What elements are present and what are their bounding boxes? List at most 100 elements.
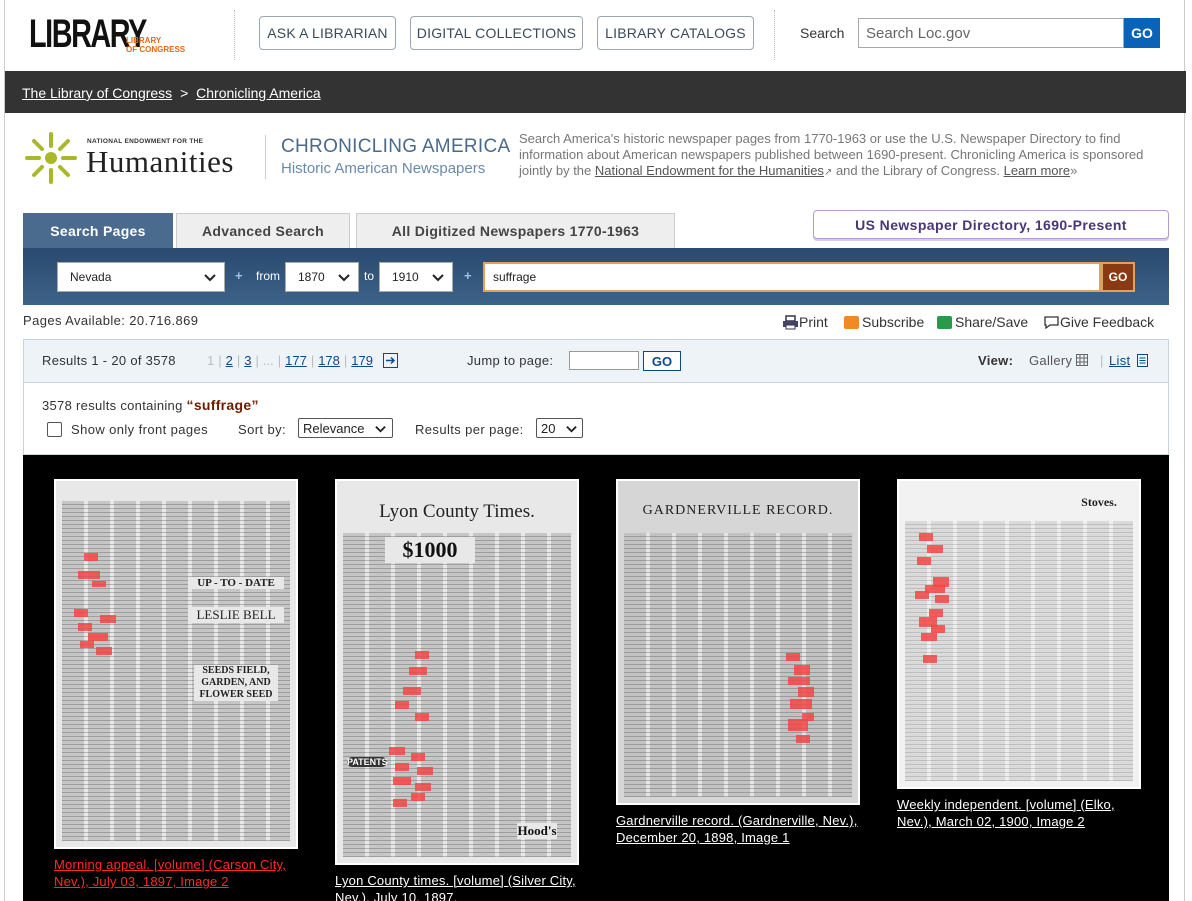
thumb-ad-text: PATENTS xyxy=(347,757,388,767)
list-label: List xyxy=(1109,353,1131,368)
description-text-2: and the Library of Congress. xyxy=(832,163,1004,178)
subscribe-link[interactable]: Subscribe xyxy=(844,314,924,330)
plus-icon: + xyxy=(464,268,472,283)
chevron-down-icon xyxy=(338,274,350,282)
result-caption[interactable]: Gardnerville record. (Gardnerville, Nev.… xyxy=(616,812,860,846)
page-link[interactable]: 3 xyxy=(244,353,251,368)
state-select[interactable]: Nevada xyxy=(57,262,225,292)
results-options: 3578 results containing “suffrage” Show … xyxy=(24,383,1168,454)
digital-collections-button[interactable]: DIGITAL COLLECTIONS xyxy=(410,16,583,50)
page-link[interactable]: 177 xyxy=(285,353,307,368)
divider xyxy=(234,10,235,60)
per-page-select[interactable]: 20 xyxy=(536,418,583,438)
newspaper-thumbnail[interactable]: Stoves. xyxy=(897,479,1141,789)
rss-icon xyxy=(844,315,859,329)
breadcrumb-library-of-congress[interactable]: The Library of Congress xyxy=(22,85,172,101)
gallery-view-option[interactable]: Gallery xyxy=(1029,353,1089,368)
divider xyxy=(774,10,775,60)
neh-wordmark: Humanities xyxy=(86,144,234,179)
results-panel: Results 1 - 20 of 3578 1 | 2 | 3 |... | 177 | 178… xyxy=(23,339,1169,455)
thumb-ad-text: $1000 xyxy=(385,537,475,563)
list-view-option[interactable]: List xyxy=(1109,353,1149,368)
result-caption[interactable]: Weekly independent. [volume] (Elko, Nev.… xyxy=(897,796,1141,830)
from-year-value: 1870 xyxy=(298,270,325,284)
logo-sub-line-2: OF CONGRESS xyxy=(126,45,186,54)
library-logo[interactable]: LIBRARY LIBRARY OF CONGRESS xyxy=(29,14,189,56)
view-separator: | xyxy=(1100,353,1104,368)
result-caption[interactable]: Lyon County times. [volume] (Silver City… xyxy=(335,872,579,901)
gallery-label: Gallery xyxy=(1029,353,1073,368)
chronicling-america-title[interactable]: CHRONICLING AMERICA xyxy=(281,136,511,158)
masthead-text: Lyon County Times. xyxy=(379,501,535,522)
chevron-down-icon xyxy=(375,426,386,433)
masthead-text: GARDNERVILLE RECORD. xyxy=(642,503,834,518)
result-link[interactable]: Lyon County times. [volume] (Silver City… xyxy=(335,873,576,901)
newspaper-directory-button[interactable]: US Newspaper Directory, 1690-Present xyxy=(813,210,1169,239)
thumb-ad-text: SEEDS FIELD, GARDEN, AND FLOWER SEED xyxy=(194,665,278,701)
breadcrumb-separator: > xyxy=(180,85,189,101)
thumb-ad-text: UP - TO - DATE xyxy=(188,577,284,589)
breadcrumb: The Library of Congress > Chronicling Am… xyxy=(5,71,1186,113)
chronicling-america-subtitle: Historic American Newspapers xyxy=(281,160,486,177)
front-pages-label: Show only front pages xyxy=(71,422,209,437)
results-count-text: 3578 results containing xyxy=(42,398,187,413)
neh-logo[interactable]: NATIONAL ENDOWMENT FOR THE Humanities xyxy=(23,130,249,188)
tab-all-digitized-newspapers[interactable]: All Digitized Newspapers 1770-1963 xyxy=(356,213,675,248)
front-pages-checkbox[interactable] xyxy=(47,422,62,437)
neh-link[interactable]: National Endowment for the Humanities xyxy=(595,163,824,178)
jump-to-page-input[interactable] xyxy=(569,351,639,370)
page-ellipsis: ... xyxy=(262,353,274,368)
result-link[interactable]: Weekly independent. [volume] (Elko, Nev.… xyxy=(897,797,1115,829)
learn-more-arrow: » xyxy=(1070,163,1078,178)
breadcrumb-chronicling-america[interactable]: Chronicling America xyxy=(196,85,321,101)
jump-label: Jump to page: xyxy=(467,353,554,368)
document-icon xyxy=(1137,354,1149,367)
next-page-icon[interactable] xyxy=(382,353,398,368)
site-search-input[interactable]: Search Loc.gov xyxy=(858,18,1124,48)
sort-label: Sort by: xyxy=(238,422,286,437)
neh-emblem-icon xyxy=(25,132,77,184)
query-go-button[interactable]: GO xyxy=(1101,262,1135,292)
result-link[interactable]: Gardnerville record. (Gardnerville, Nev.… xyxy=(616,813,858,845)
chevron-down-icon xyxy=(432,274,444,282)
sort-value: Relevance xyxy=(303,421,365,436)
newspaper-thumbnail[interactable]: GARDNERVILLE RECORD. xyxy=(616,479,860,805)
learn-more-link[interactable]: Learn more xyxy=(1004,163,1070,178)
results-term: “suffrage” xyxy=(186,397,259,413)
newspaper-thumbnail[interactable]: Lyon County Times. $1000 PATENTS Hood's xyxy=(335,479,579,865)
from-year-select[interactable]: 1870 xyxy=(285,262,359,292)
from-label: from xyxy=(256,269,280,283)
ask-librarian-button[interactable]: ASK A LIBRARIAN xyxy=(259,16,396,50)
feedback-link[interactable]: Give Feedback xyxy=(1043,314,1154,330)
result-caption[interactable]: Morning appeal. [volume] (Carson City, N… xyxy=(54,856,298,890)
share-icon xyxy=(937,315,952,329)
newspaper-thumbnail[interactable]: UP - TO - DATE LESLIE BELL SEEDS FIELD, … xyxy=(54,479,298,849)
page-link[interactable]: 179 xyxy=(351,353,373,368)
print-link[interactable]: Print xyxy=(782,314,828,330)
share-label: Share/Save xyxy=(955,314,1029,330)
plus-icon: + xyxy=(235,268,243,283)
view-label: View: xyxy=(978,353,1014,368)
query-input[interactable]: suffrage xyxy=(483,262,1101,292)
to-year-select[interactable]: 1910 xyxy=(379,262,453,292)
chevron-down-icon xyxy=(204,274,216,282)
tab-advanced-search[interactable]: Advanced Search xyxy=(176,213,350,248)
result-link[interactable]: Morning appeal. [volume] (Carson City, N… xyxy=(54,857,286,889)
feedback-label: Give Feedback xyxy=(1060,314,1155,330)
results-range: Results 1 - 20 of 3578 xyxy=(42,353,176,368)
sort-select[interactable]: Relevance xyxy=(298,418,393,438)
jump-go-button[interactable]: GO xyxy=(643,351,681,371)
share-link[interactable]: Share/Save xyxy=(937,314,1028,330)
library-catalogs-button[interactable]: LIBRARY CATALOGS xyxy=(597,16,754,50)
subscribe-label: Subscribe xyxy=(862,314,925,330)
state-select-value: Nevada xyxy=(70,270,112,284)
logo-sub-line-1: LIBRARY xyxy=(126,36,162,45)
results-gallery: UP - TO - DATE LESLIE BELL SEEDS FIELD, … xyxy=(23,455,1169,901)
divider xyxy=(265,135,266,179)
page-link[interactable]: 178 xyxy=(318,353,340,368)
site-search-go-button[interactable]: GO xyxy=(1124,18,1160,48)
tab-search-pages[interactable]: Search Pages xyxy=(23,213,173,248)
page-link[interactable]: 2 xyxy=(226,353,233,368)
page: LIBRARY LIBRARY OF CONGRESS ASK A LIBRAR… xyxy=(4,0,1186,901)
site-header: LIBRARY LIBRARY OF CONGRESS ASK A LIBRAR… xyxy=(5,0,1184,71)
